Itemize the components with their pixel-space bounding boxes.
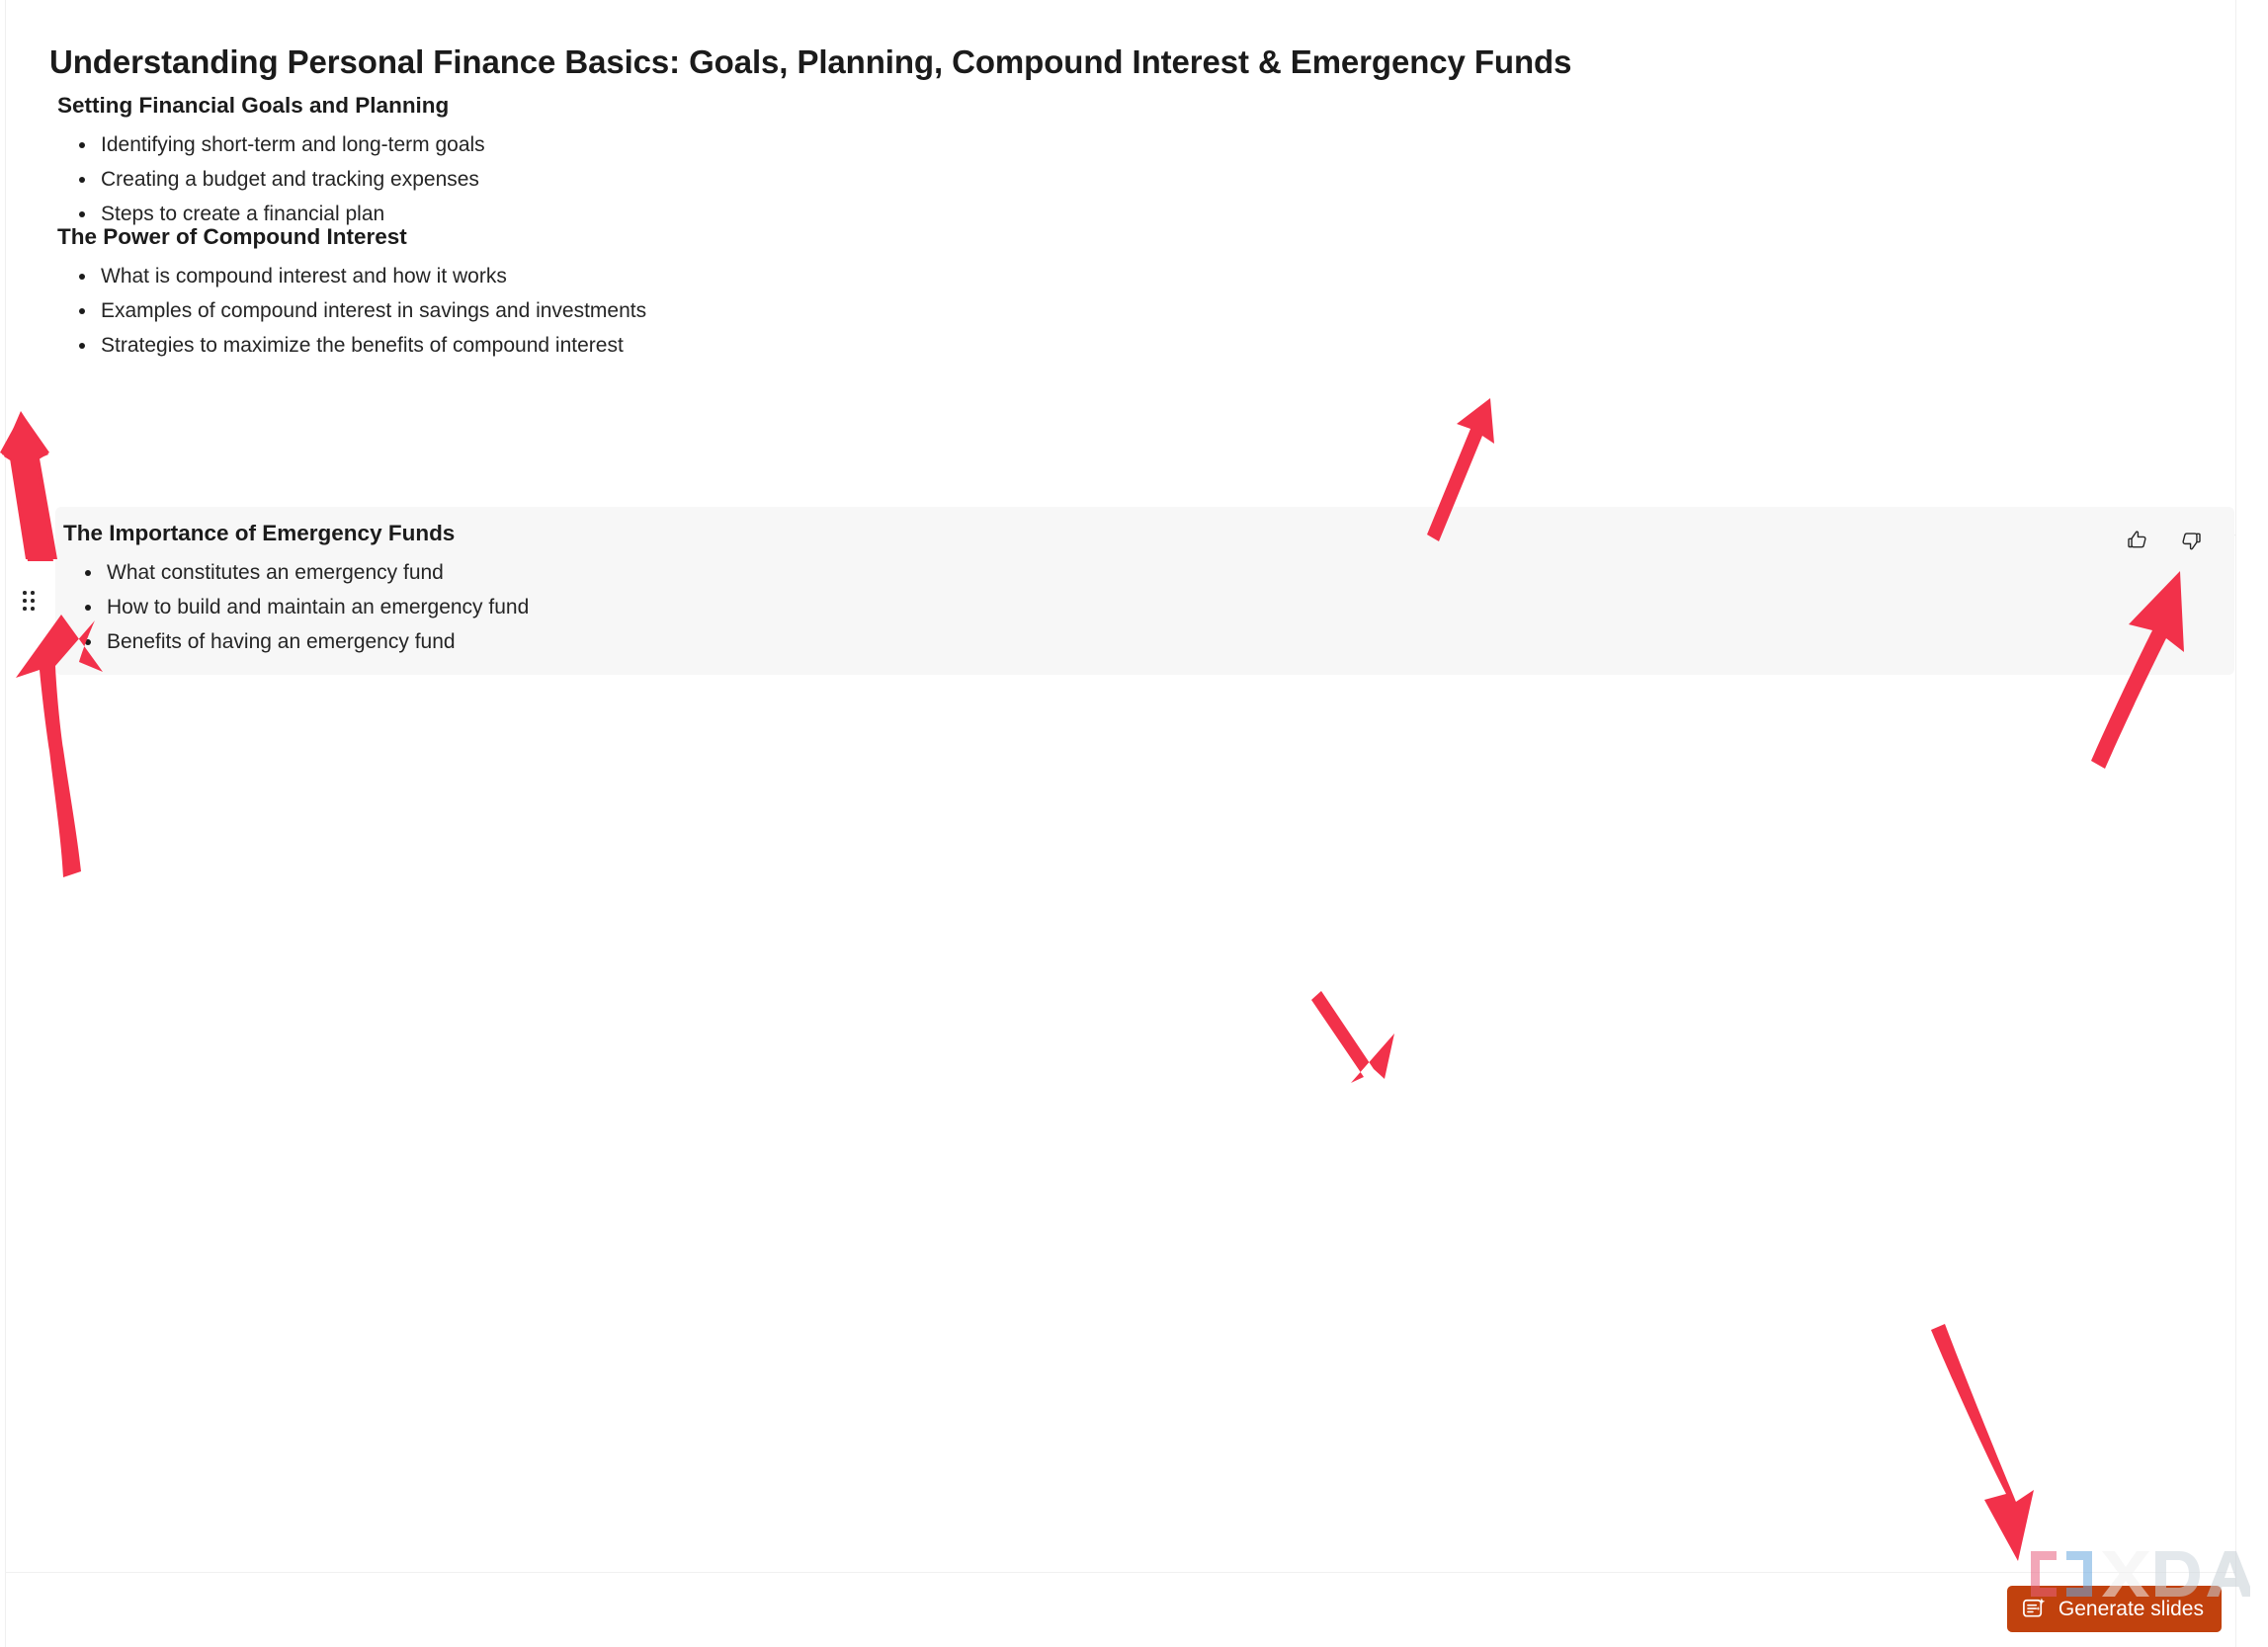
generate-document-sparkle-icon (2021, 1596, 2048, 1622)
drag-dot (31, 607, 35, 611)
outline-section[interactable]: The Power of Compound Interest What is c… (49, 222, 2235, 363)
drag-dot (31, 591, 35, 595)
list-item[interactable]: Identifying short-term and long-term goa… (57, 127, 2235, 162)
window-right-divider (2235, 0, 2236, 1647)
list-item[interactable]: What constitutes an emergency fund (63, 555, 2234, 590)
generate-slides-label: Generate slides (2058, 1597, 2204, 1620)
page-title: Understanding Personal Finance Basics: G… (49, 43, 1572, 80)
drag-dots-icon[interactable] (18, 583, 40, 613)
thumbs-down-icon (2178, 528, 2204, 553)
bottom-command-bar: Generate slides (6, 1572, 2235, 1647)
section-heading: The Power of Compound Interest (57, 224, 407, 249)
list-item[interactable]: Creating a budget and tracking expenses (57, 162, 2235, 197)
outline-pane[interactable]: Understanding Personal Finance Basics: G… (6, 0, 2235, 1572)
generate-slides-button[interactable]: Generate slides (2006, 1586, 2222, 1632)
drag-dot (31, 599, 35, 603)
drag-dot (23, 607, 27, 611)
section-bullet-list: What constitutes an emergency fund How t… (55, 555, 2234, 659)
section-bullet-list: Identifying short-term and long-term goa… (49, 127, 2235, 231)
outline-section[interactable]: Setting Financial Goals and Planning Ide… (49, 91, 2235, 231)
list-item[interactable]: How to build and maintain an emergency f… (63, 590, 2234, 624)
app-window: Understanding Personal Finance Basics: G… (0, 0, 2268, 1647)
outline-section-highlighted[interactable]: The Importance of Emergency Funds What c… (55, 507, 2234, 675)
section-bullet-list: What is compound interest and how it wor… (49, 259, 2235, 363)
section-heading: The Importance of Emergency Funds (63, 521, 456, 545)
list-item[interactable]: Benefits of having an emergency fund (63, 624, 2234, 659)
drag-dot (23, 591, 27, 595)
section-heading: Setting Financial Goals and Planning (57, 93, 450, 118)
trash-icon (2231, 528, 2235, 553)
thumbs-up-icon (2125, 528, 2150, 553)
thumbs-down-button[interactable] (2174, 524, 2208, 557)
list-item[interactable]: What is compound interest and how it wor… (57, 259, 2235, 293)
delete-section-button[interactable] (2227, 524, 2235, 557)
list-item[interactable]: Strategies to maximize the benefits of c… (57, 328, 2235, 363)
section-action-toolbar (2121, 524, 2235, 557)
thumbs-up-button[interactable] (2121, 524, 2154, 557)
drag-dot (23, 599, 27, 603)
list-item[interactable]: Examples of compound interest in savings… (57, 293, 2235, 328)
